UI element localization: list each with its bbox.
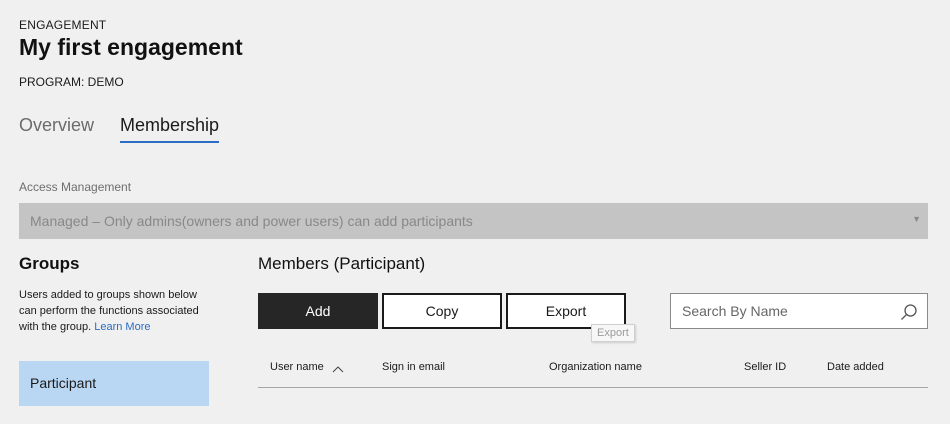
- groups-description: Users added to groups shown below can pe…: [19, 287, 199, 335]
- column-sign-in-email[interactable]: Sign in email: [382, 361, 445, 373]
- copy-button[interactable]: Copy: [382, 293, 502, 329]
- access-management-value: Managed – Only admins(owners and power u…: [30, 213, 473, 229]
- tab-bar: Overview Membership: [19, 115, 220, 143]
- add-button[interactable]: Add: [258, 293, 378, 329]
- column-date-added[interactable]: Date added: [827, 361, 884, 373]
- column-organization-name[interactable]: Organization name: [549, 361, 642, 373]
- search-input[interactable]: [671, 294, 891, 328]
- learn-more-link[interactable]: Learn More: [94, 321, 150, 333]
- access-management-label: Access Management: [19, 180, 132, 194]
- tab-overview[interactable]: Overview: [19, 115, 94, 143]
- column-seller-id[interactable]: Seller ID: [744, 361, 786, 373]
- sort-ascending-icon[interactable]: [332, 365, 344, 373]
- program-label: PROGRAM: DEMO: [19, 75, 124, 89]
- dropdown-caret-icon: ▼: [912, 214, 921, 224]
- members-heading: Members (Participant): [258, 254, 426, 273]
- export-tooltip: Export: [591, 324, 635, 342]
- page-title: My first engagement: [19, 34, 243, 60]
- groups-heading: Groups: [19, 254, 80, 273]
- search-icon[interactable]: [900, 303, 918, 321]
- access-management-select[interactable]: Managed – Only admins(owners and power u…: [19, 203, 928, 239]
- column-user-name[interactable]: User name: [270, 361, 324, 373]
- group-item-participant[interactable]: Participant: [19, 361, 209, 406]
- search-box: [670, 293, 928, 329]
- members-table-header: User name Sign in email Organization nam…: [258, 348, 928, 388]
- engagement-eyebrow: ENGAGEMENT: [19, 18, 107, 32]
- tab-membership[interactable]: Membership: [120, 115, 220, 143]
